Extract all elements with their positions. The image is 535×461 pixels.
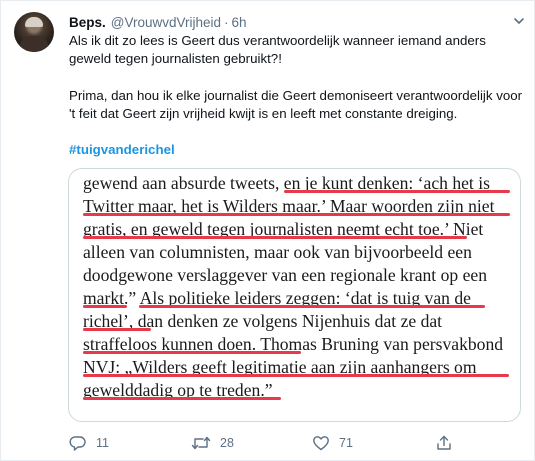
tweet-text-line: 't feit dat Geert zijn vrijheid kwijt is… xyxy=(69,106,458,121)
highlight-underline xyxy=(83,351,301,354)
more-icon[interactable] xyxy=(511,13,527,29)
header-separator: · xyxy=(224,14,229,30)
like-icon xyxy=(313,436,329,451)
retweet-button[interactable]: 28 xyxy=(191,434,234,452)
author-name[interactable]: Beps. xyxy=(69,15,106,30)
tweet-header: Beps. @VrouwvdVrijheid · 6h xyxy=(69,14,247,30)
tweet-text-line: Als ik dit zo lees is Geert dus verantwo… xyxy=(69,33,486,48)
retweet-count: 28 xyxy=(220,436,234,450)
highlight-underline xyxy=(83,213,510,216)
article-line: alleen van columnisten, maar ook van bij… xyxy=(83,242,472,262)
author-handle[interactable]: @VrouwvdVrijheid xyxy=(111,15,221,30)
reply-icon xyxy=(69,436,86,451)
reply-count: 11 xyxy=(96,436,109,450)
highlight-underline xyxy=(284,190,510,193)
highlight-underline xyxy=(139,305,485,308)
like-button[interactable]: 71 xyxy=(312,434,353,452)
like-count: 71 xyxy=(339,436,353,450)
avatar-hat xyxy=(25,17,43,27)
tweet-card[interactable]: Beps. @VrouwvdVrijheid · 6h Als ik dit z… xyxy=(0,0,535,461)
share-icon xyxy=(437,435,451,450)
attached-image[interactable]: gewend aan absurde tweets, en je kunt de… xyxy=(68,168,521,422)
tweet-text-paragraph-2: Prima, dan hou ik elke journalist die Ge… xyxy=(69,87,524,123)
share-button[interactable] xyxy=(435,434,453,452)
highlight-underline xyxy=(83,305,127,308)
highlight-underline xyxy=(83,397,281,400)
tweet-text-line: geweld tegen journalisten gebruikt?! xyxy=(69,51,282,66)
highlight-underline xyxy=(83,374,509,377)
tweet-text-line: Prima, dan hou ik elke journalist die Ge… xyxy=(69,88,523,103)
avatar[interactable] xyxy=(14,12,54,52)
retweet-icon xyxy=(191,436,211,450)
avatar-coat xyxy=(20,36,48,52)
reply-button[interactable]: 11 xyxy=(69,434,109,452)
article-line: doodgewone verslaggever van een regional… xyxy=(83,265,487,285)
tweet-actions: 11 28 71 xyxy=(69,434,529,452)
highlight-underline xyxy=(83,328,151,331)
tweet-text-paragraph-1: Als ik dit zo lees is Geert dus verantwo… xyxy=(69,32,524,68)
hashtag-link[interactable]: #tuigvanderichel xyxy=(69,142,175,157)
highlight-underline xyxy=(83,236,467,239)
tweet-timestamp[interactable]: 6h xyxy=(232,15,247,30)
